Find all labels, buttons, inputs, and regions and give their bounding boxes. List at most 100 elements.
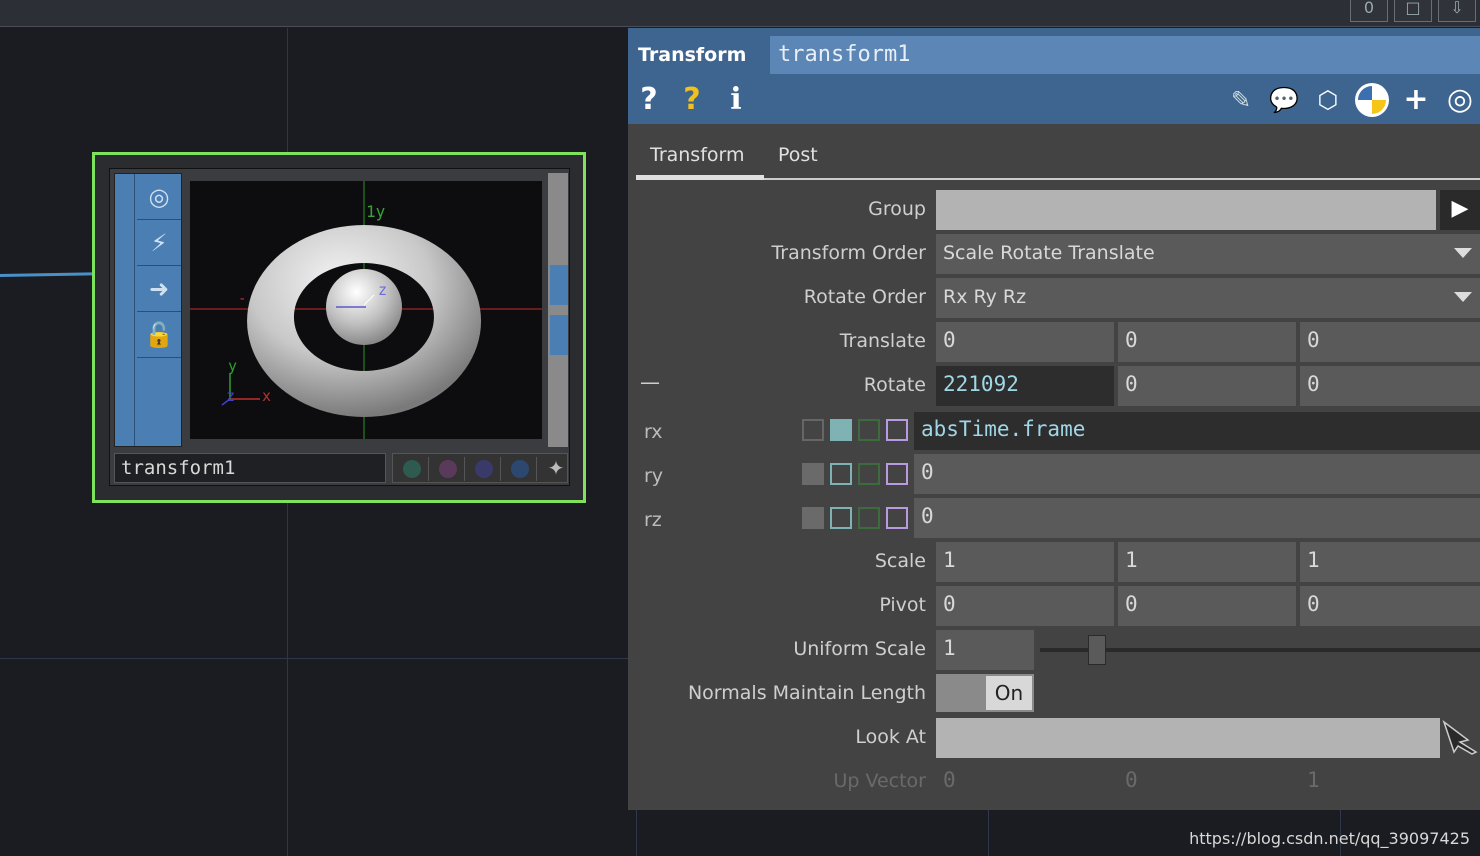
top-bar: 0 □ ⇩ (0, 0, 1480, 27)
translate-x-field[interactable]: 0 (936, 322, 1114, 362)
output-connector[interactable] (550, 315, 568, 355)
mode-constant-icon[interactable] (802, 507, 824, 529)
viewer-icon[interactable]: ◎ (137, 174, 181, 220)
rotate-x-field[interactable]: 221092 (936, 366, 1114, 406)
tab-transform[interactable]: Transform (636, 136, 764, 180)
drag-arrow-icon[interactable] (1442, 718, 1480, 758)
translate-y-field[interactable]: 0 (1118, 322, 1296, 362)
look-at-field[interactable] (936, 718, 1440, 758)
pivot-z-field[interactable]: 0 (1300, 586, 1480, 626)
rotate-order-label: Rotate Order (803, 286, 926, 308)
mode-constant-icon[interactable] (802, 463, 824, 485)
transform-order-value: Scale Rotate Translate (943, 242, 1155, 264)
python-help-icon[interactable]: ? (672, 82, 712, 118)
uniform-scale-field[interactable]: 1 (936, 630, 1034, 670)
help-icon[interactable]: ? (636, 82, 662, 118)
flag-selectable[interactable] (503, 457, 537, 481)
mode-expression-icon[interactable] (830, 507, 852, 529)
grid-line (0, 658, 628, 659)
collapse-icon[interactable]: — (640, 370, 660, 394)
mode-expression-icon[interactable] (830, 419, 852, 441)
rotate-z-field[interactable]: 0 (1300, 366, 1480, 406)
axis-label-y-small: y (228, 357, 237, 375)
mode-bind-icon[interactable] (886, 463, 908, 485)
ry-field[interactable]: 0 (914, 454, 1480, 494)
bypass-icon[interactable]: ⚡ (137, 220, 181, 266)
node-input-strip[interactable] (115, 174, 135, 446)
group-menu-arrow-icon[interactable]: ▶ (1440, 190, 1480, 230)
flag-template[interactable] (467, 457, 501, 481)
mode-export-icon[interactable] (858, 507, 880, 529)
mode-bind-icon[interactable] (886, 419, 908, 441)
transform-order-label: Transform Order (771, 242, 926, 264)
pivot-label: Pivot (879, 594, 926, 616)
op-name-field[interactable]: transform1 (770, 36, 1480, 74)
translate-z-field[interactable]: 0 (1300, 322, 1480, 362)
normals-toggle[interactable]: On (936, 674, 1034, 712)
normals-maintain-length-label: Normals Maintain Length (687, 682, 926, 704)
mode-constant-icon[interactable] (802, 419, 824, 441)
ry-label: ry (644, 465, 664, 487)
pivot-x-field[interactable]: 0 (936, 586, 1114, 626)
transform-node[interactable]: ◎ ⚡ ➜ 🔓 1y z - x y z transform1 ✦ (92, 152, 586, 503)
translate-label: Translate (839, 330, 926, 352)
node-name-label[interactable]: transform1 (114, 453, 386, 483)
rotate-order-value: Rx Ry Rz (943, 286, 1027, 308)
node-body: ◎ ⚡ ➜ 🔓 1y z - x y z transform1 ✦ (109, 168, 570, 486)
add-icon[interactable]: + (1398, 82, 1434, 118)
topbar-button-maximize[interactable]: □ (1394, 0, 1432, 22)
flag-display[interactable] (395, 457, 429, 481)
up-vector-y-field[interactable]: 0 (1118, 762, 1296, 802)
scale-z-field[interactable]: 1 (1300, 542, 1480, 582)
mode-bind-icon[interactable] (886, 507, 908, 529)
rotate-y-field[interactable]: 0 (1118, 366, 1296, 406)
python-icon[interactable] (1354, 82, 1390, 118)
network-editor[interactable]: ◎ ⚡ ➜ 🔓 1y z - x y z transform1 ✦ (0, 28, 628, 856)
render-arrow-icon[interactable]: ➜ (137, 266, 181, 312)
flag-render[interactable] (431, 457, 465, 481)
flag-star-icon[interactable]: ✦ (539, 457, 573, 481)
output-connector[interactable] (550, 265, 568, 305)
mode-export-icon[interactable] (858, 419, 880, 441)
look-at-label: Look At (855, 726, 926, 748)
scale-label: Scale (874, 550, 926, 572)
clone-icon[interactable]: ⬡ (1310, 82, 1346, 118)
mode-export-icon[interactable] (858, 463, 880, 485)
lock-icon[interactable]: 🔓 (137, 312, 181, 358)
rz-label: rz (644, 509, 662, 531)
target-icon[interactable]: ◎ (1442, 82, 1478, 118)
tab-post[interactable]: Post (764, 136, 832, 180)
rotate-order-dropdown[interactable]: Rx Ry Rz (936, 278, 1480, 318)
chevron-down-icon (1454, 292, 1472, 302)
node-viewer[interactable]: 1y z - x y z (190, 181, 542, 439)
up-vector-label: Up Vector (833, 770, 926, 792)
topbar-button-download[interactable]: ⇩ (1438, 0, 1476, 22)
uniform-scale-slider-handle[interactable] (1088, 635, 1107, 665)
group-label: Group (868, 198, 926, 220)
axis-label-neg: - (238, 291, 246, 307)
watermark-text: https://blog.csdn.net/qq_39097425 (1189, 829, 1470, 848)
rz-field[interactable]: 0 (914, 498, 1480, 538)
rx-expression-field[interactable]: absTime.frame (914, 412, 1480, 450)
axis-label-x: x (262, 387, 271, 405)
parameter-panel: Transform transform1 ? ? i ✎ 💬 ⬡ + ◎ Tra… (628, 28, 1480, 810)
up-vector-z-field[interactable]: 1 (1300, 762, 1480, 802)
normals-toggle-value: On (986, 676, 1032, 710)
transform-order-dropdown[interactable]: Scale Rotate Translate (936, 234, 1480, 274)
comment-icon[interactable]: 💬 (1266, 82, 1302, 118)
scale-x-field[interactable]: 1 (936, 542, 1114, 582)
mode-expression-icon[interactable] (830, 463, 852, 485)
topbar-button-0[interactable]: 0 (1350, 0, 1388, 22)
rx-label: rx (644, 421, 663, 443)
scale-y-field[interactable]: 1 (1118, 542, 1296, 582)
axis-label-z-small: z (226, 387, 235, 405)
up-vector-x-field[interactable]: 0 (936, 762, 1114, 802)
rotate-label: Rotate (863, 374, 926, 396)
axis-label-y: 1y (366, 202, 386, 221)
axis-label-z: z (378, 281, 387, 299)
edit-icon[interactable]: ✎ (1224, 82, 1258, 118)
pivot-y-field[interactable]: 0 (1118, 586, 1296, 626)
group-field[interactable] (936, 190, 1436, 230)
node-output-strip[interactable] (548, 173, 568, 447)
info-icon[interactable]: i (724, 82, 748, 118)
